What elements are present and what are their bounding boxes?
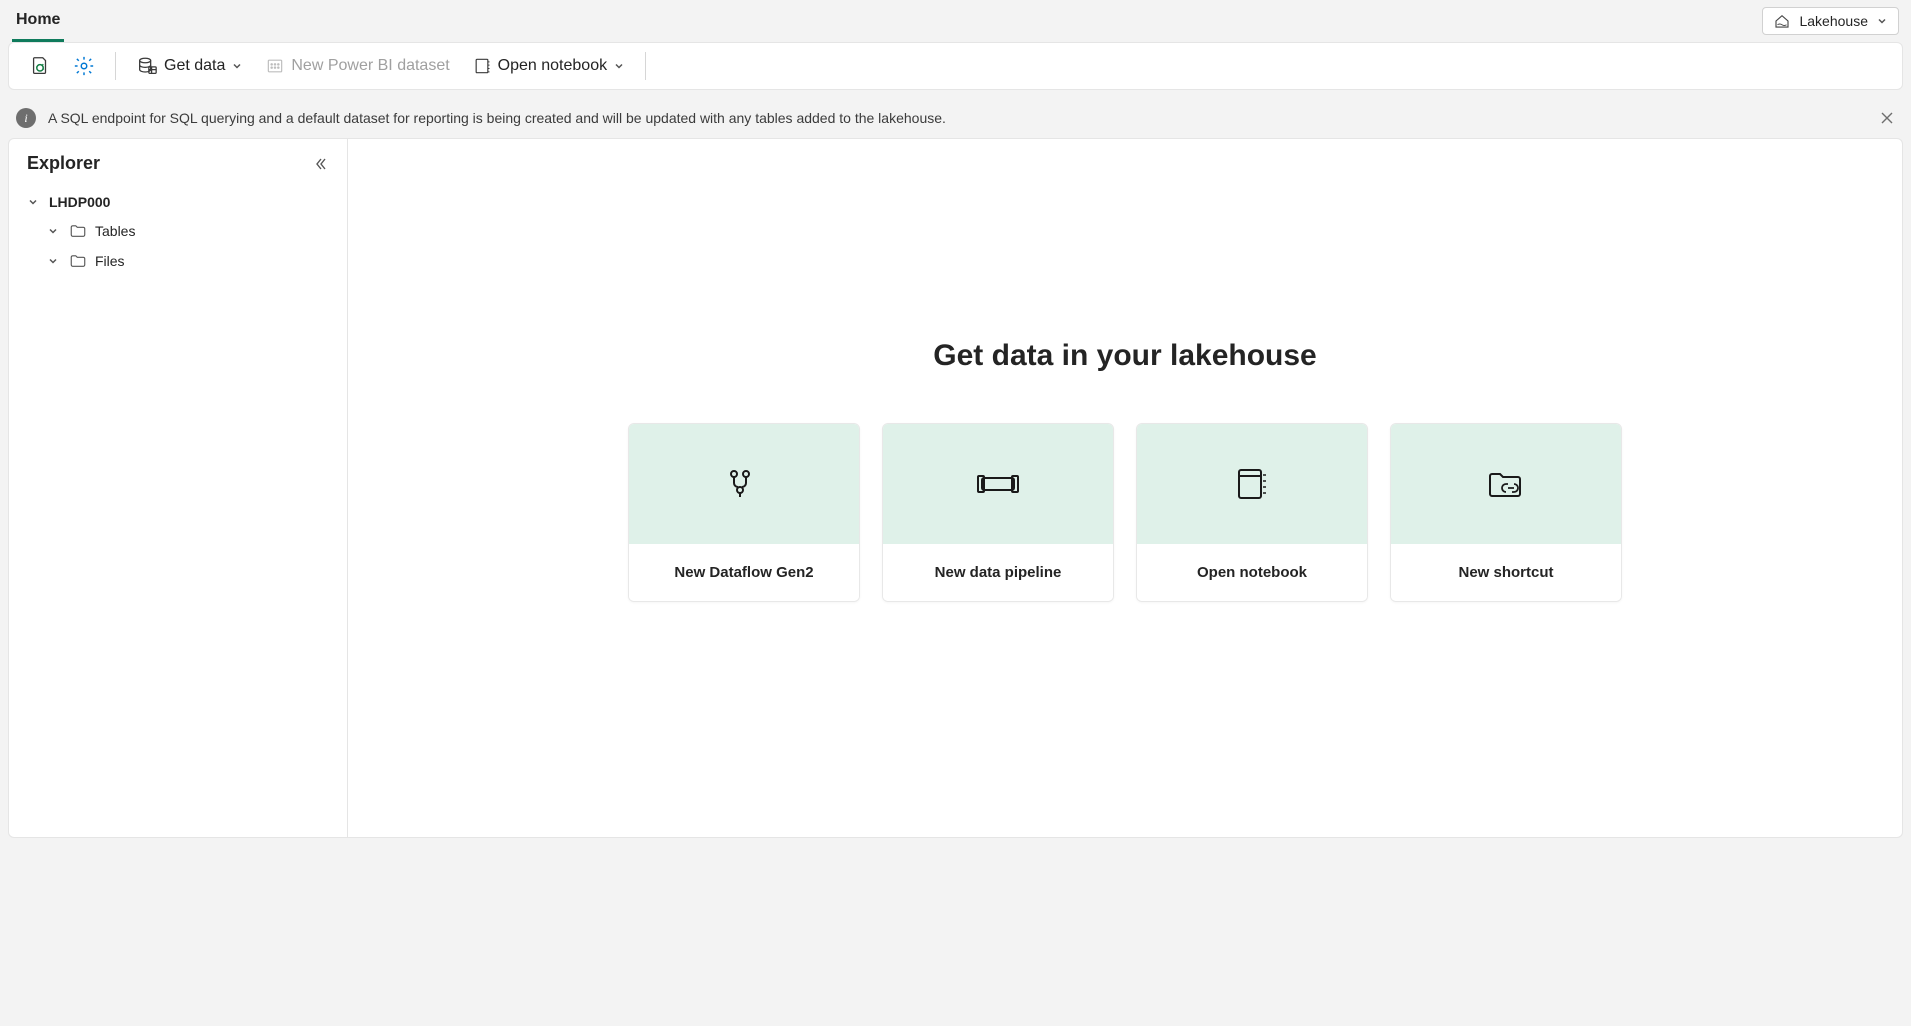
shortcut-icon xyxy=(1486,466,1526,502)
chevron-down-icon xyxy=(47,255,61,267)
card-top xyxy=(629,424,859,544)
dataflow-icon xyxy=(724,464,764,504)
card-label: New shortcut xyxy=(1391,544,1621,601)
folder-icon xyxy=(69,252,87,270)
tab-home-label: Home xyxy=(16,11,60,29)
collapse-icon[interactable] xyxy=(313,156,329,172)
chevron-down-icon xyxy=(1876,15,1888,27)
open-notebook-label: Open notebook xyxy=(498,57,607,75)
new-dataset-button: New Power BI dataset xyxy=(259,52,455,80)
refresh-button[interactable] xyxy=(23,51,57,81)
mode-selector-label: Lakehouse xyxy=(1799,13,1868,29)
info-bar-left: i A SQL endpoint for SQL querying and a … xyxy=(16,108,946,128)
card-new-pipeline[interactable]: New data pipeline xyxy=(882,423,1114,602)
toolbar: Get data New Power BI dataset Open noteb… xyxy=(8,42,1903,90)
card-label: New Dataflow Gen2 xyxy=(629,544,859,601)
notebook-icon xyxy=(1233,465,1271,503)
main-split: Explorer LHDP000 Tables xyxy=(8,138,1903,838)
info-bar: i A SQL endpoint for SQL querying and a … xyxy=(0,98,1911,138)
tab-bar: Home Lakehouse xyxy=(0,0,1911,42)
card-label: Open notebook xyxy=(1137,544,1367,601)
card-open-notebook[interactable]: Open notebook xyxy=(1136,423,1368,602)
tree-node-files-label: Files xyxy=(95,253,125,269)
get-data-button[interactable]: Get data xyxy=(130,51,249,81)
pipeline-icon xyxy=(976,468,1020,500)
tree-node-tables-label: Tables xyxy=(95,223,135,239)
lakehouse-icon xyxy=(1773,12,1791,30)
tree-node-files[interactable]: Files xyxy=(19,246,337,276)
folder-icon xyxy=(69,222,87,240)
explorer-title: Explorer xyxy=(27,153,100,174)
tree-root[interactable]: LHDP000 xyxy=(19,188,337,216)
notebook-icon xyxy=(472,56,492,76)
toolbar-divider xyxy=(645,52,646,80)
card-new-dataflow[interactable]: New Dataflow Gen2 xyxy=(628,423,860,602)
get-data-label: Get data xyxy=(164,57,225,75)
card-top xyxy=(1137,424,1367,544)
hero-title: Get data in your lakehouse xyxy=(933,339,1316,373)
card-top xyxy=(883,424,1113,544)
explorer-panel: Explorer LHDP000 Tables xyxy=(8,138,348,838)
open-notebook-button[interactable]: Open notebook xyxy=(466,52,631,80)
close-icon[interactable] xyxy=(1879,110,1895,126)
toolbar-divider xyxy=(115,52,116,80)
tree-root-label: LHDP000 xyxy=(49,194,110,210)
explorer-header: Explorer xyxy=(19,153,337,174)
tab-home[interactable]: Home xyxy=(12,0,64,42)
cards-row: New Dataflow Gen2 New data pipeline xyxy=(628,423,1622,602)
card-new-shortcut[interactable]: New shortcut xyxy=(1390,423,1622,602)
chevron-down-icon xyxy=(47,225,61,237)
chevron-down-icon xyxy=(613,60,625,72)
tab-bar-left: Home xyxy=(12,0,64,42)
database-icon xyxy=(136,55,158,77)
settings-button[interactable] xyxy=(67,51,101,81)
info-message: A SQL endpoint for SQL querying and a de… xyxy=(48,110,946,126)
chevron-down-icon xyxy=(27,196,41,208)
content-panel: Get data in your lakehouse New Dataflow … xyxy=(348,138,1903,838)
card-label: New data pipeline xyxy=(883,544,1113,601)
tree-node-tables[interactable]: Tables xyxy=(19,216,337,246)
chevron-down-icon xyxy=(231,60,243,72)
info-icon: i xyxy=(16,108,36,128)
new-dataset-label: New Power BI dataset xyxy=(291,57,449,75)
card-top xyxy=(1391,424,1621,544)
mode-selector[interactable]: Lakehouse xyxy=(1762,7,1899,35)
grid-icon xyxy=(265,56,285,76)
